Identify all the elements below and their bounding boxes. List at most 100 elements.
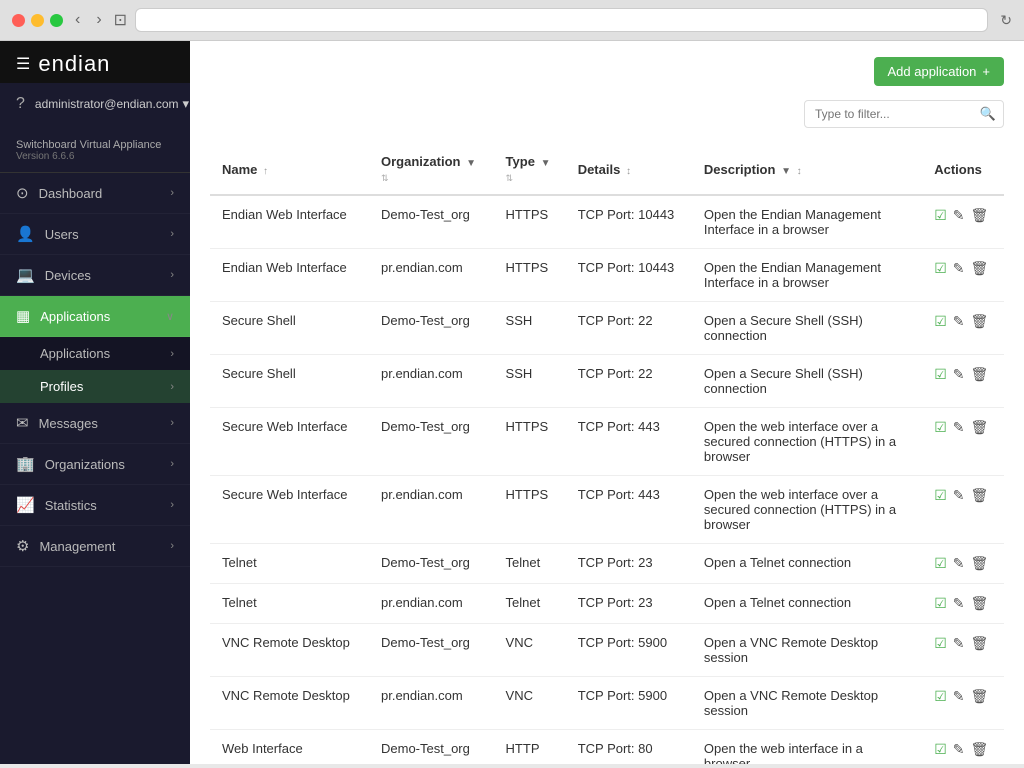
main-content-area: Add application + 🔍 Name ↑	[190, 41, 1024, 764]
activate-icon[interactable]: ☑	[934, 207, 947, 224]
activate-icon[interactable]: ☑	[934, 555, 947, 572]
description-filter-icon: ▼	[781, 166, 791, 177]
edit-icon[interactable]: ✎	[953, 207, 965, 224]
activate-icon[interactable]: ☑	[934, 313, 947, 330]
cell-details: TCP Port: 23	[566, 544, 692, 584]
management-arrow: ›	[170, 540, 174, 552]
applications-label: Applications	[40, 309, 110, 324]
cell-description: Open the web interface over a secured co…	[692, 408, 922, 476]
activate-icon[interactable]: ☑	[934, 741, 947, 758]
nav-item-devices[interactable]: 💻 Devices ›	[0, 255, 190, 296]
activate-icon[interactable]: ☑	[934, 366, 947, 383]
cell-organization: pr.endian.com	[369, 677, 494, 730]
cell-description: Open a Telnet connection	[692, 544, 922, 584]
type-filter-icon: ▼	[541, 158, 551, 169]
edit-icon[interactable]: ✎	[953, 487, 965, 504]
user-email: administrator@endian.com	[35, 97, 179, 111]
cell-type: HTTP	[494, 730, 566, 765]
delete-icon[interactable]: 🗑	[971, 207, 989, 224]
edit-icon[interactable]: ✎	[953, 366, 965, 383]
activate-icon[interactable]: ☑	[934, 595, 947, 612]
address-bar-wrap	[135, 8, 988, 32]
col-details[interactable]: Details ↕	[566, 144, 692, 195]
cell-type: HTTPS	[494, 408, 566, 476]
cell-name: Telnet	[210, 544, 369, 584]
delete-icon[interactable]: 🗑	[971, 260, 989, 277]
cell-type: Telnet	[494, 544, 566, 584]
add-application-button[interactable]: Add application +	[874, 57, 1005, 86]
cell-actions: ☑ ✎ 🗑	[922, 544, 1004, 584]
applications-table: Name ↑ Organization ▼ ⇅ Type ▼ ⇅	[210, 144, 1004, 764]
activate-icon[interactable]: ☑	[934, 635, 947, 652]
minimize-button[interactable]	[31, 14, 44, 27]
nav-item-messages[interactable]: ✉ Messages ›	[0, 403, 190, 444]
cell-details: TCP Port: 80	[566, 730, 692, 765]
brand-version: Version 6.6.6	[16, 151, 174, 162]
edit-icon[interactable]: ✎	[953, 260, 965, 277]
activate-icon[interactable]: ☑	[934, 487, 947, 504]
delete-icon[interactable]: 🗑	[971, 635, 989, 652]
cell-name: VNC Remote Desktop	[210, 624, 369, 677]
delete-icon[interactable]: 🗑	[971, 741, 989, 758]
activate-icon[interactable]: ☑	[934, 419, 947, 436]
table-row: Web Interface Demo-Test_org HTTP TCP Por…	[210, 730, 1004, 765]
col-description-label: Description	[704, 162, 776, 177]
refresh-button[interactable]: ↻	[1000, 12, 1012, 29]
nav-sub-item-applications[interactable]: Applications ›	[0, 337, 190, 370]
edit-icon[interactable]: ✎	[953, 688, 965, 705]
cell-type: VNC	[494, 624, 566, 677]
forward-button[interactable]: ›	[92, 9, 105, 31]
delete-icon[interactable]: 🗑	[971, 366, 989, 383]
search-icon: 🔍	[980, 106, 996, 122]
nav-item-users[interactable]: 👤 Users ›	[0, 214, 190, 255]
activate-icon[interactable]: ☑	[934, 260, 947, 277]
nav-item-organizations[interactable]: 🏢 Organizations ›	[0, 444, 190, 485]
col-name[interactable]: Name ↑	[210, 144, 369, 195]
dashboard-icon: ⊙	[16, 184, 29, 202]
nav-item-statistics[interactable]: 📈 Statistics ›	[0, 485, 190, 526]
cell-details: TCP Port: 443	[566, 476, 692, 544]
address-bar[interactable]	[135, 8, 988, 32]
description-sort-icon: ↕	[797, 166, 802, 177]
delete-icon[interactable]: 🗑	[971, 688, 989, 705]
users-icon: 👤	[16, 225, 35, 243]
devices-icon: 💻	[16, 266, 35, 284]
sub-applications-label: Applications	[40, 346, 110, 361]
edit-icon[interactable]: ✎	[953, 419, 965, 436]
back-button[interactable]: ‹	[71, 9, 84, 31]
delete-icon[interactable]: 🗑	[971, 419, 989, 436]
organization-sort-sub: ⇅	[381, 173, 389, 183]
col-type[interactable]: Type ▼ ⇅	[494, 144, 566, 195]
close-button[interactable]	[12, 14, 25, 27]
delete-icon[interactable]: 🗑	[971, 487, 989, 504]
sidebar-toggle-button[interactable]: ⊡	[114, 10, 127, 30]
table-header-row: Name ↑ Organization ▼ ⇅ Type ▼ ⇅	[210, 144, 1004, 195]
cell-name: Telnet	[210, 584, 369, 624]
hamburger-icon[interactable]: ☰	[16, 54, 30, 74]
organization-filter-icon: ▼	[466, 158, 476, 169]
edit-icon[interactable]: ✎	[953, 635, 965, 652]
nav-sub-item-profiles[interactable]: Profiles ›	[0, 370, 190, 403]
user-dropdown[interactable]: administrator@endian.com ▾	[35, 96, 189, 112]
help-icon[interactable]: ?	[16, 95, 25, 113]
delete-icon[interactable]: 🗑	[971, 313, 989, 330]
nav-item-applications[interactable]: ▦ Applications ∨	[0, 296, 190, 337]
edit-icon[interactable]: ✎	[953, 741, 965, 758]
col-description[interactable]: Description ▼ ↕	[692, 144, 922, 195]
devices-arrow: ›	[170, 269, 174, 281]
col-organization-label: Organization	[381, 154, 460, 169]
table-row: Telnet Demo-Test_org Telnet TCP Port: 23…	[210, 544, 1004, 584]
main-content: Add application + 🔍 Name ↑	[190, 41, 1024, 764]
edit-icon[interactable]: ✎	[953, 555, 965, 572]
activate-icon[interactable]: ☑	[934, 688, 947, 705]
col-organization[interactable]: Organization ▼ ⇅	[369, 144, 494, 195]
maximize-button[interactable]	[50, 14, 63, 27]
edit-icon[interactable]: ✎	[953, 313, 965, 330]
nav-item-dashboard[interactable]: ⊙ Dashboard ›	[0, 173, 190, 214]
edit-icon[interactable]: ✎	[953, 595, 965, 612]
nav-item-management[interactable]: ⚙ Management ›	[0, 526, 190, 567]
filter-input[interactable]	[804, 100, 1004, 128]
delete-icon[interactable]: 🗑	[971, 595, 989, 612]
delete-icon[interactable]: 🗑	[971, 555, 989, 572]
management-icon: ⚙	[16, 537, 29, 555]
